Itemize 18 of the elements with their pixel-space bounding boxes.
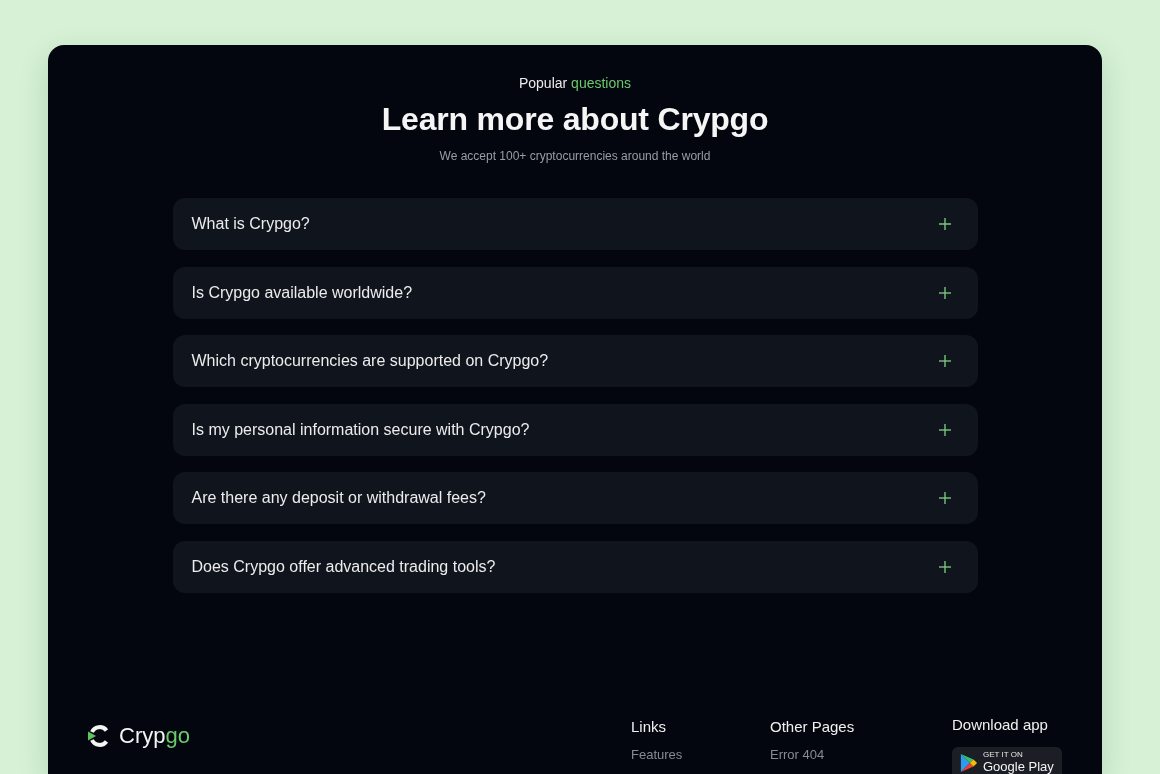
google-play-badge[interactable]: GET IT ON Google Play bbox=[952, 746, 1062, 774]
section-title: Learn more about Crypgo bbox=[381, 100, 769, 139]
logo-icon bbox=[87, 723, 111, 748]
play-triangle-icon bbox=[960, 752, 978, 773]
footer-column-title: Download app bbox=[952, 714, 1048, 735]
faq-question-button[interactable]: Are there any deposit or withdrawal fees? bbox=[172, 472, 978, 524]
faq-question-button[interactable]: Is my personal information secure with Crypgo? bbox=[172, 403, 978, 456]
faq-question-button[interactable]: Which cryptocurrencies are supported on Crypgo? bbox=[172, 335, 978, 387]
logo-wordmark[interactable]: Crypgo bbox=[119, 722, 190, 749]
faq-question-button[interactable]: Does Crypgo offer advanced trading tools? bbox=[172, 540, 978, 593]
faq-question-button[interactable]: What is Crypgo? bbox=[172, 198, 978, 250]
section-subtitle: We accept 100+ cryptocurrencies around the world bbox=[439, 148, 711, 164]
footer-column-title: Other Pages bbox=[770, 716, 855, 737]
footer-link[interactable]: Features bbox=[631, 746, 683, 763]
section-eyebrow: Popular questions bbox=[518, 74, 632, 92]
faq-question-button[interactable]: Is Crypgo available worldwide? bbox=[172, 266, 978, 319]
footer-link[interactable]: Error 404 bbox=[770, 746, 825, 763]
footer-column-title: Links bbox=[631, 716, 667, 737]
